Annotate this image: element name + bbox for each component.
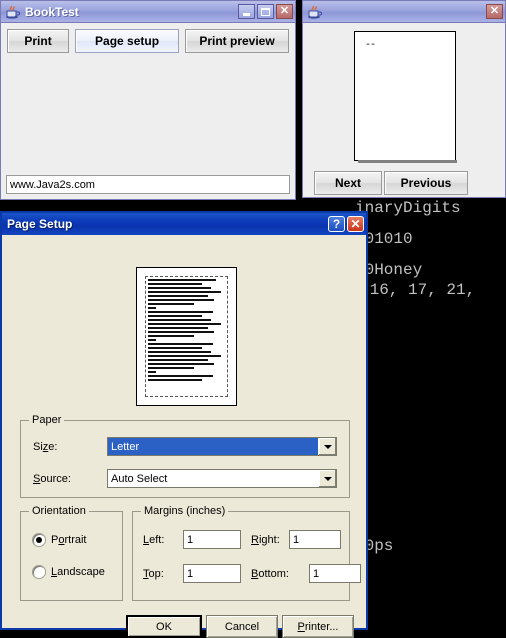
printer-button[interactable]: Printer...	[282, 615, 354, 638]
minimize-button[interactable]	[238, 4, 255, 19]
page-setup-button[interactable]: Page setup	[75, 29, 180, 53]
ok-button[interactable]: OK	[126, 615, 202, 638]
chevron-down-icon[interactable]	[318, 438, 336, 455]
margin-bottom-label: Bottom:	[251, 568, 289, 580]
preview-page: --	[354, 31, 457, 163]
paper-group: Paper Size: Letter Source: Auto Select	[20, 414, 350, 498]
booktest-content: Print Page setup Print preview	[1, 23, 295, 172]
page-setup-body: Paper Size: Letter Source: Auto Select O…	[2, 235, 366, 638]
status-bar: www.Java2s.com	[6, 175, 290, 194]
java-cup-icon	[307, 4, 323, 20]
booktest-window: BookTest ✕ Print Page setup Print previe…	[0, 0, 296, 200]
margin-left-input[interactable]: 1	[183, 530, 241, 549]
console-line: inaryDigits	[355, 199, 461, 217]
margin-left-label: Left:	[143, 534, 165, 546]
close-button[interactable]: ✕	[276, 4, 293, 19]
booktest-titlebar[interactable]: BookTest ✕	[1, 1, 295, 23]
orientation-landscape-label: Landscape	[51, 566, 105, 578]
paper-source-label: Source:	[33, 473, 71, 485]
radio-dot-icon	[33, 566, 45, 578]
preview-titlebar[interactable]: ✕	[303, 1, 505, 23]
print-preview-button[interactable]: Print preview	[185, 29, 289, 53]
paper-size-label: Size:	[33, 441, 58, 453]
paper-size-value: Letter	[108, 438, 318, 455]
cancel-button[interactable]: Cancel	[206, 615, 278, 638]
orientation-landscape-radio[interactable]: Landscape	[33, 566, 105, 578]
paper-source-combo[interactable]: Auto Select	[107, 469, 337, 488]
close-button[interactable]: ✕	[486, 4, 503, 19]
orientation-group: Orientation Portrait Landscape	[20, 505, 123, 601]
paper-group-legend: Paper	[29, 414, 65, 426]
close-icon: ✕	[279, 5, 290, 17]
close-icon: ✕	[489, 5, 500, 17]
margin-right-input[interactable]: 1	[289, 530, 341, 549]
chevron-down-icon[interactable]	[318, 470, 336, 487]
page-setup-titlebar[interactable]: Page Setup ? ✕	[2, 213, 366, 235]
margin-right-label: Right:	[251, 534, 280, 546]
orientation-group-legend: Orientation	[29, 505, 89, 517]
preview-page-text: --	[365, 40, 376, 51]
booktest-toolbar: Print Page setup Print preview	[7, 29, 289, 53]
maximize-button[interactable]	[257, 4, 274, 19]
paper-source-value: Auto Select	[111, 473, 168, 485]
page-thumbnail	[136, 267, 237, 406]
orientation-portrait-label: Portrait	[51, 534, 87, 546]
margins-group-legend: Margins (inches)	[141, 505, 229, 517]
thumbnail-text-lines	[148, 279, 225, 383]
margin-top-input[interactable]: 1	[183, 564, 241, 583]
margins-group: Margins (inches) Left: 1 Right: 1 Top: 1…	[132, 505, 361, 601]
page-setup-dialog: Page Setup ? ✕ Paper Size: Letter Source…	[0, 211, 368, 638]
radio-dot-icon	[33, 534, 45, 546]
dialog-title: Page Setup	[7, 217, 73, 231]
preview-content: -- Next Previous	[304, 23, 504, 196]
java-cup-icon	[5, 4, 21, 20]
printer-button-label-rest: rinter...	[304, 620, 339, 633]
paper-size-combo[interactable]: Letter	[107, 437, 337, 456]
close-button[interactable]: ✕	[347, 216, 364, 232]
next-button[interactable]: Next	[314, 171, 382, 195]
close-icon: ✕	[350, 217, 361, 231]
question-mark-icon: ?	[332, 217, 341, 231]
print-preview-window: ✕ -- Next Previous	[302, 0, 506, 198]
console-line: 16, 17, 21,	[360, 281, 476, 299]
previous-button[interactable]: Previous	[384, 171, 468, 195]
margin-bottom-input[interactable]: 1	[309, 564, 361, 583]
preview-button-row: Next Previous	[314, 171, 468, 195]
margin-top-label: Top:	[143, 568, 164, 580]
orientation-portrait-radio[interactable]: Portrait	[33, 534, 86, 546]
booktest-title: BookTest	[25, 4, 79, 19]
print-button[interactable]: Print	[7, 29, 70, 53]
help-button[interactable]: ?	[328, 216, 345, 232]
page-shadow	[358, 160, 457, 163]
